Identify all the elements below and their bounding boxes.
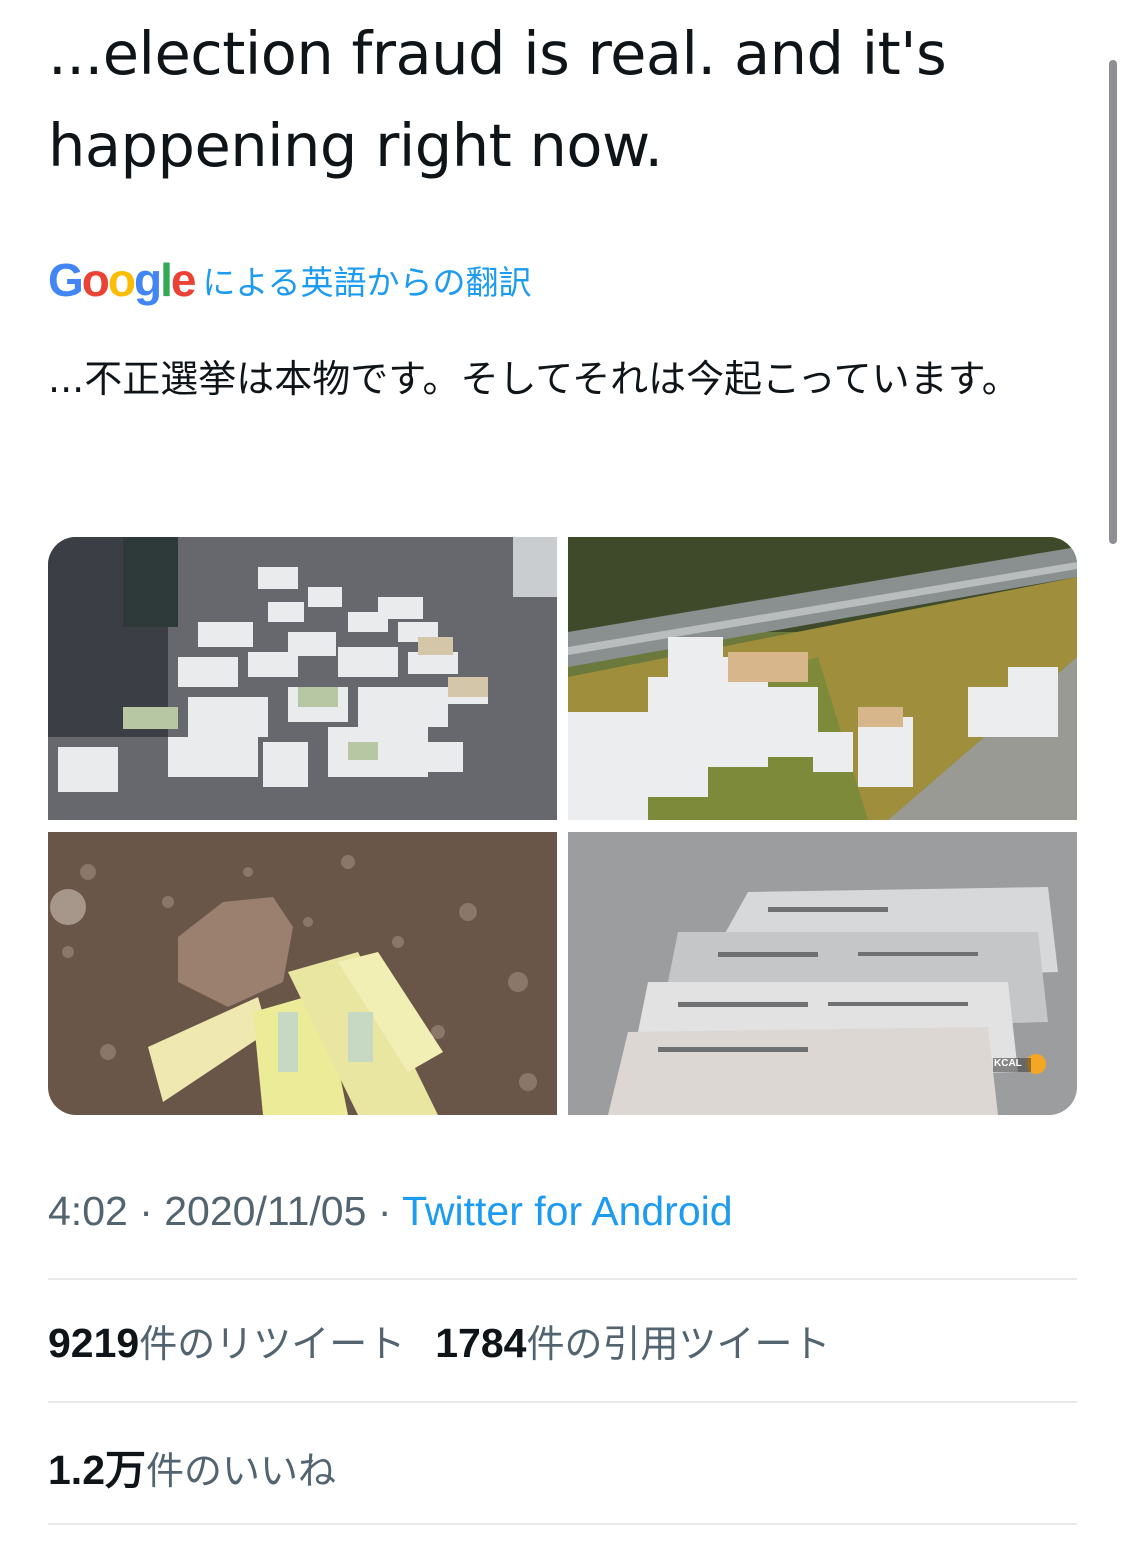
tweet-date: 2020/11/05 <box>164 1188 367 1234</box>
photo-ballot-envelopes-closeup-icon <box>568 832 1077 1115</box>
divider <box>48 1401 1077 1403</box>
tweet-source-link[interactable]: Twitter for Android <box>402 1188 732 1234</box>
kcal-watermark: KCAL <box>994 1058 1022 1069</box>
translation-attribution: Google による英語からの翻訳 <box>48 250 532 310</box>
media-photo-1[interactable] <box>48 537 557 820</box>
media-photo-3[interactable] <box>48 832 557 1115</box>
divider <box>48 1523 1077 1525</box>
likes-stats-row: 1.2万件のいいね <box>48 1436 336 1496</box>
scrollbar[interactable] <box>1109 60 1117 544</box>
media-photo-2[interactable] <box>568 537 1077 820</box>
media-grid: KCAL <box>48 537 1077 1115</box>
retweet-stats-row: 9219件のリツイート 1784件の引用ツイート <box>48 1313 830 1368</box>
translated-tweet-text: ...不正選挙は本物です。そしてそれは今起こっています。 <box>48 357 1020 401</box>
google-logo: Google <box>48 254 196 306</box>
photo-ballots-under-rock-icon <box>48 832 557 1115</box>
photo-mail-trays-by-guardrail-icon <box>568 537 1077 820</box>
likes-stat[interactable]: 1.2万件のいいね <box>48 1447 336 1493</box>
tweet-text: ...election fraud is real. and it's happ… <box>48 19 947 180</box>
translation-label[interactable]: による英語からの翻訳 <box>202 256 531 304</box>
photo-ballots-on-pavement-icon <box>48 537 557 820</box>
media-photo-4[interactable]: KCAL <box>568 832 1077 1115</box>
tweet-metadata: 4:02 · 2020/11/05 · Twitter for Android <box>48 1188 733 1234</box>
divider <box>48 1278 1077 1280</box>
quote-tweets-stat[interactable]: 1784件の引用ツイート <box>435 1320 830 1366</box>
tweet-time: 4:02 <box>48 1188 128 1234</box>
retweets-stat[interactable]: 9219件のリツイート <box>48 1320 405 1366</box>
